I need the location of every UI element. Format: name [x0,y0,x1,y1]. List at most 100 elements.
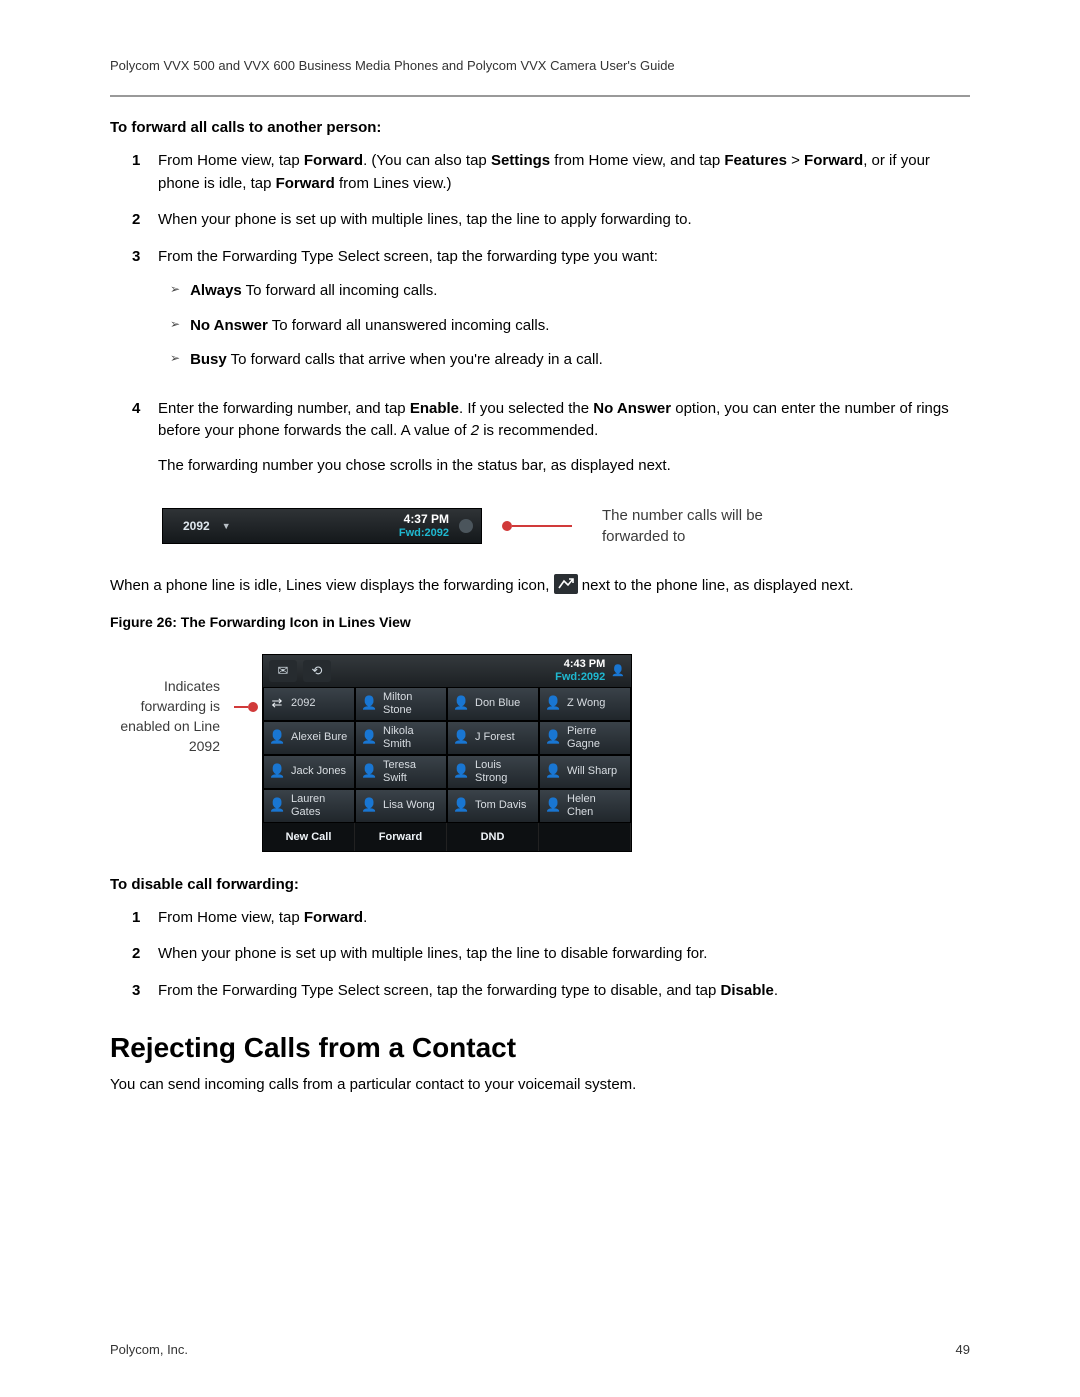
step-body: Enter the forwarding number, and tap Ena… [158,398,970,492]
forward-enable-heading: To forward all calls to another person: [110,119,970,136]
line-key-label: Louis Strong [475,759,533,783]
forwarding-icon: ⇄ [269,696,285,712]
line-key-contact: 👤Lauren Gates [263,789,355,823]
contact-icon: 👤 [361,696,377,712]
step-number: 2 [132,943,144,966]
line-key-label: Jack Jones [291,765,346,777]
text-bold: Busy [190,351,227,368]
forwarding-icon [554,574,578,594]
step-body: From Home view, tap Forward. (You can al… [158,150,970,195]
text: . If you selected the [459,400,593,417]
text-bold: Forward [804,152,863,169]
line-key-contact: 👤Lisa Wong [355,789,447,823]
text-bold: Features [724,152,787,169]
softkey [539,823,631,851]
text: . (You can also tap [363,152,491,169]
line-key-label: Helen Chen [567,793,625,817]
line-key-label: Alexei Bure [291,731,347,743]
line-key-label: Z Wong [567,697,605,709]
step-number: 3 [132,246,144,384]
line-key-label: Lisa Wong [383,799,435,811]
line-key-label: Lauren Gates [291,793,349,817]
contact-icon: 👤 [453,798,469,814]
line-key-label: Nikola Smith [383,725,441,749]
line-key-contact: 👤Z Wong [539,687,631,721]
line-key-contact: 👤 Pierre Gagne [539,721,631,755]
line-key-label: Will Sharp [567,765,617,777]
voicemail-icon: ✉ [269,660,297,682]
line-key-contact: 👤 Milton Stone [355,687,447,721]
line-key-contact: 👤Don Blue [447,687,539,721]
text: The forwarding number you chose scrolls … [158,455,970,478]
text: > [787,152,804,169]
callout-connector [512,525,572,527]
chevron-down-icon: ▼ [222,521,231,531]
text: forwarded to [602,526,763,547]
line-key-contact: 👤Jack Jones [263,755,355,789]
paragraph: When a phone line is idle, Lines view di… [110,575,970,598]
text-bold: No Answer [593,400,671,417]
line-key-contact: 👤 J Forest [447,721,539,755]
line-key-contact: 👤 Helen Chen [539,789,631,823]
line-key-contact: 👤Louis Strong [447,755,539,789]
step-number: 1 [132,150,144,195]
text-bold: Settings [491,152,550,169]
phone-fwd-label: Fwd:2092 [555,671,605,683]
step-number: 4 [132,398,144,492]
step-body: When your phone is set up with multiple … [158,943,970,966]
lines-view-screenshot: ✉ ⟲ 4:43 PM Fwd:2092 👤 ⇄2092👤Milton Ston… [262,654,632,852]
contact-icon: 👤 [453,696,469,712]
text: . [774,982,778,999]
text-bold: Enable [410,400,459,417]
header-rule [110,95,970,97]
missed-call-icon: ⟲ [303,660,331,682]
text-bold: Disable [721,982,774,999]
text: from Home view, and tap [550,152,724,169]
sub-item: Busy To forward calls that arrive when y… [190,349,603,372]
step-body: From the Forwarding Type Select screen, … [158,980,970,1003]
line-key-label: Tom Davis [475,799,526,811]
contact-icon: 👤 [545,730,561,746]
page-header: Polycom VVX 500 and VVX 600 Business Med… [110,58,970,73]
lines-callout-text: Indicates forwarding is enabled on Line … [110,654,220,757]
text: To forward calls that arrive when you're… [227,351,603,368]
line-key-label: J Forest [475,731,515,743]
footer-company: Polycom, Inc. [110,1342,188,1357]
contact-icon: 👤 [545,764,561,780]
text: To forward all incoming calls. [242,282,438,299]
text: The number calls will be [602,505,763,526]
softkey: New Call [263,823,355,851]
text: When a phone line is idle, Lines view di… [110,577,554,594]
text-bold: No Answer [190,317,268,334]
sub-item: Always To forward all incoming calls. [190,280,437,303]
softkey: Forward [355,823,447,851]
contact-icon: 👤 [361,730,377,746]
line-key-contact: 👤 Tom Davis [447,789,539,823]
status-fwd-label: Fwd:2092 [399,527,449,539]
contact-icon: 👤 [545,798,561,814]
step-body: From Home view, tap Forward. [158,907,970,930]
bullet-arrow-icon: ➢ [170,315,180,338]
text-bold: Forward [304,909,363,926]
contact-icon: 👤 [453,730,469,746]
step-number: 1 [132,907,144,930]
text-italic: 2 [471,422,479,439]
rejecting-heading: Rejecting Calls from a Contact [110,1032,970,1064]
text: From the Forwarding Type Select screen, … [158,982,721,999]
status-extension: 2092 [163,519,222,533]
contact-icon: 👤 [269,730,285,746]
line-key-label: Pierre Gagne [567,725,625,749]
footer-page-number: 49 [956,1342,970,1357]
text-bold: Forward [276,175,335,192]
text: . [363,909,367,926]
status-time: 4:37 PM [399,513,449,526]
text-bold: Forward [304,152,363,169]
line-key-contact: 👤Teresa Swift [355,755,447,789]
text: from Lines view.) [335,175,452,192]
step-number: 3 [132,980,144,1003]
text: is recommended. [479,422,598,439]
text: From the Forwarding Type Select screen, … [158,248,658,265]
presence-dot-icon [459,519,473,533]
line-key-label: Milton Stone [383,691,441,715]
softkey: DND [447,823,539,851]
